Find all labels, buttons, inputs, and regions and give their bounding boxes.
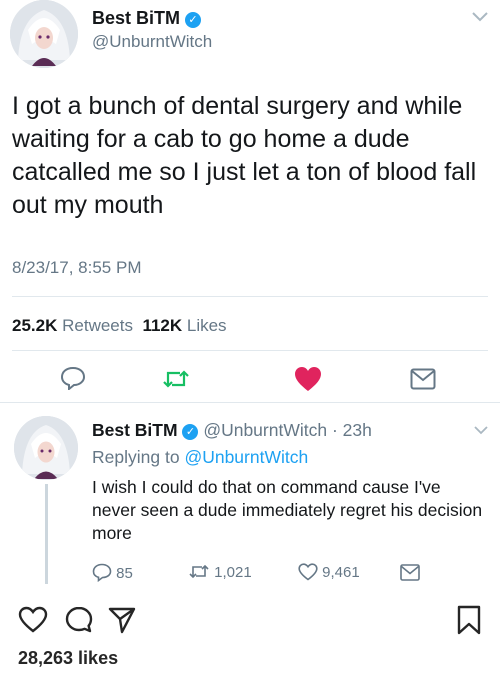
display-name[interactable]: Best BiTM <box>92 420 178 440</box>
bookmark-icon[interactable] <box>456 605 482 635</box>
chevron-down-icon[interactable] <box>474 426 488 435</box>
heart-icon[interactable] <box>18 606 48 633</box>
retweet-icon[interactable] <box>162 368 190 390</box>
thread-line <box>45 484 48 584</box>
divider <box>0 402 500 403</box>
avatar[interactable] <box>14 416 78 480</box>
engagement-stats: 25.2K Retweets 112K Likes <box>12 316 227 336</box>
comment-icon[interactable] <box>64 605 94 635</box>
retweet-icon <box>188 563 210 580</box>
handle[interactable]: @UnburntWitch <box>203 420 327 440</box>
timestamp[interactable]: 8/23/17, 8:55 PM <box>12 258 141 278</box>
heart-icon[interactable] <box>294 366 322 392</box>
likes-count[interactable]: 28,263 likes <box>18 648 118 669</box>
reply-icon <box>92 563 112 582</box>
reply-button[interactable]: 85 <box>92 563 133 582</box>
heart-icon <box>298 563 318 581</box>
retweet-button[interactable]: 1,021 <box>188 563 252 581</box>
reply-text: I wish I could do that on command cause … <box>92 477 483 543</box>
replying-to-handle[interactable]: @UnburntWitch <box>184 447 308 467</box>
like-button[interactable]: 9,461 <box>298 563 360 581</box>
chevron-down-icon[interactable] <box>472 12 488 22</box>
avatar[interactable] <box>10 0 78 68</box>
send-icon[interactable] <box>108 606 136 634</box>
verified-icon: ✓ <box>182 424 199 440</box>
verified-icon: ✓ <box>185 12 202 28</box>
mail-icon[interactable] <box>400 564 420 581</box>
divider <box>12 296 488 297</box>
retweets-stat[interactable]: 25.2K Retweets <box>12 316 133 335</box>
handle[interactable]: @UnburntWitch <box>92 32 212 52</box>
divider <box>12 350 488 351</box>
reply-icon[interactable] <box>60 366 86 390</box>
likes-stat[interactable]: 112K Likes <box>142 316 226 335</box>
display-name[interactable]: Best BiTM <box>92 8 180 28</box>
mail-icon[interactable] <box>410 368 436 390</box>
replying-to: Replying to @UnburntWitch <box>92 447 309 467</box>
tweet-text: I got a bunch of dental surgery and whil… <box>12 92 477 219</box>
reply-age[interactable]: 23h <box>343 420 372 440</box>
